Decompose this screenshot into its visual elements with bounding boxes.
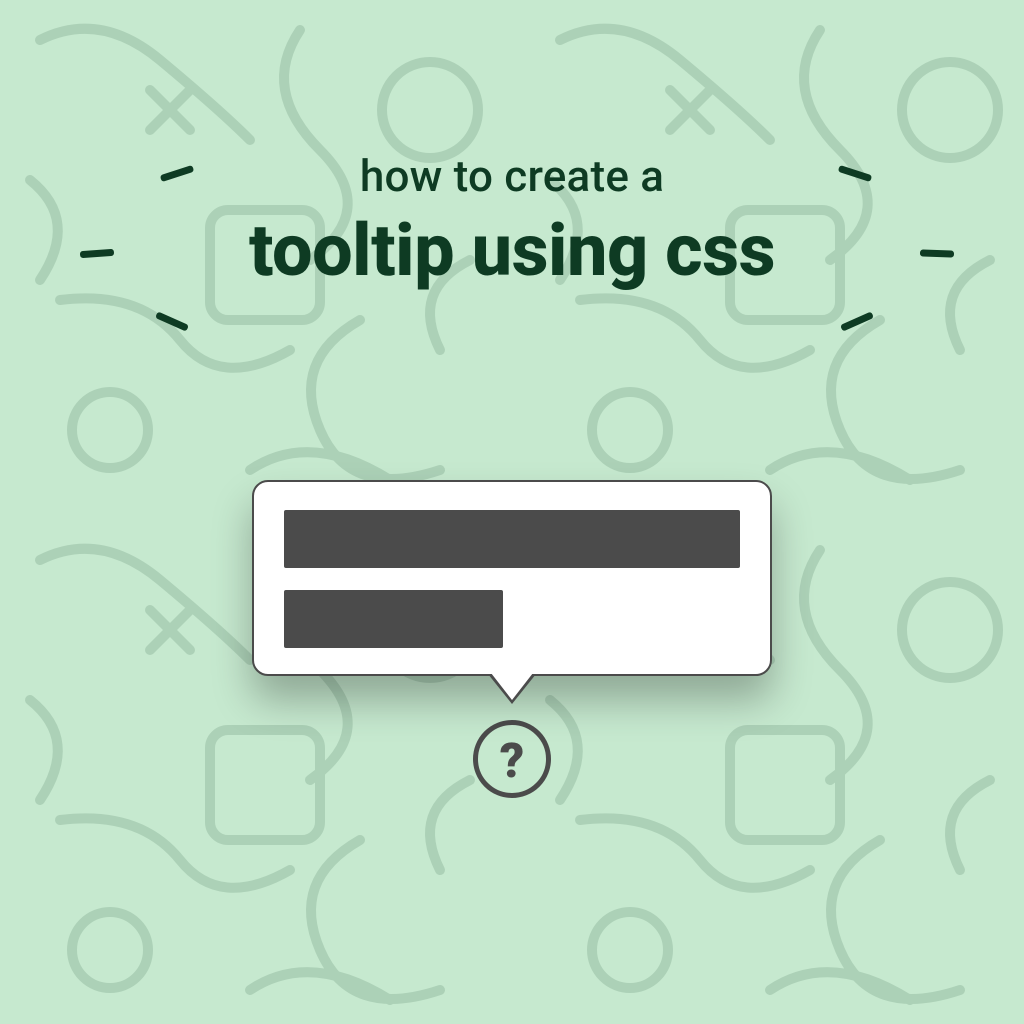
placeholder-bar — [284, 590, 503, 648]
tooltip-box — [252, 480, 772, 676]
question-mark-icon: ? — [500, 737, 524, 785]
tooltip-demo: ? — [252, 480, 772, 798]
placeholder-bar — [284, 510, 740, 568]
decorative-dash-icon — [840, 311, 874, 331]
help-button[interactable]: ? — [473, 720, 551, 798]
decorative-dash-icon — [155, 311, 189, 331]
title-block: how to create a tooltip using css — [0, 150, 1024, 293]
title-text: tooltip using css — [0, 208, 1024, 293]
decorative-dash-icon — [920, 249, 954, 257]
